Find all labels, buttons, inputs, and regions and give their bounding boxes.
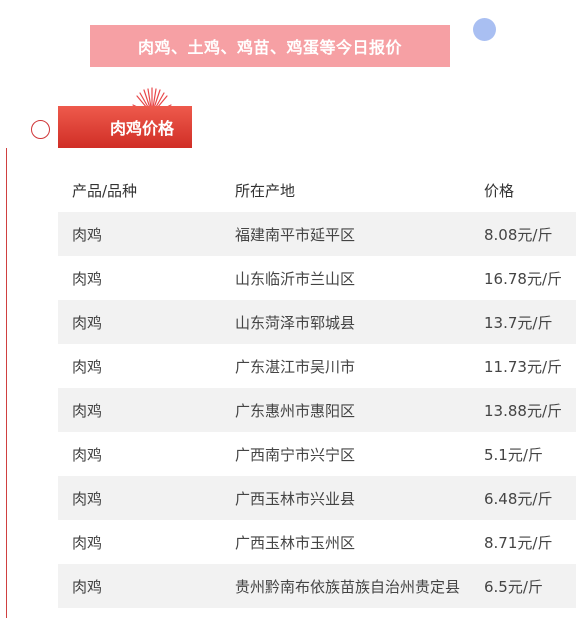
table-row: 肉鸡 山东菏泽市郓城县 13.7元/斤 — [58, 300, 576, 344]
section-marker-ring — [31, 120, 50, 139]
cell-product: 肉鸡 — [58, 300, 235, 344]
table-row: 肉鸡 广东惠州市惠阳区 13.88元/斤 — [58, 388, 576, 432]
cell-product: 肉鸡 — [72, 269, 103, 288]
decorative-blue-dot — [473, 18, 496, 41]
cell-origin: 广西南宁市兴宁区 — [235, 445, 356, 464]
cell-product: 肉鸡 — [72, 357, 103, 376]
table-header-row: 产品/品种 所在产地 价格 — [58, 168, 576, 212]
column-header-origin: 所在产地 — [235, 181, 296, 200]
cell-price: 6.5元/斤 — [484, 564, 576, 608]
cell-origin: 广东湛江市吴川市 — [235, 357, 356, 376]
cell-product: 肉鸡 — [58, 388, 235, 432]
section-title-tab: 肉鸡价格 — [58, 106, 192, 148]
cell-price: 8.08元/斤 — [484, 212, 576, 256]
cell-price: 5.1元/斤 — [484, 445, 543, 464]
table-row: 肉鸡 广东湛江市吴川市 11.73元/斤 — [58, 344, 576, 388]
table-row: 肉鸡 广西南宁市兴宁区 5.1元/斤 — [58, 432, 576, 476]
cell-product: 肉鸡 — [72, 445, 103, 464]
table-row: 肉鸡 广西玉林市玉州区 8.71元/斤 — [58, 520, 576, 564]
page-title-banner: 肉鸡、土鸡、鸡苗、鸡蛋等今日报价 — [90, 25, 450, 67]
cell-price: 8.71元/斤 — [484, 533, 553, 552]
cell-product: 肉鸡 — [58, 476, 235, 520]
cell-price: 13.7元/斤 — [484, 300, 576, 344]
cell-product: 肉鸡 — [58, 564, 235, 608]
section-title: 肉鸡价格 — [110, 119, 175, 138]
cell-origin: 福建南平市延平区 — [235, 212, 484, 256]
cell-origin: 广西玉林市玉州区 — [235, 533, 356, 552]
cell-origin: 广东惠州市惠阳区 — [235, 388, 484, 432]
cell-product: 肉鸡 — [58, 212, 235, 256]
timeline-line — [6, 148, 7, 618]
table-row: 肉鸡 广西玉林市兴业县 6.48元/斤 — [58, 476, 576, 520]
page-title: 肉鸡、土鸡、鸡苗、鸡蛋等今日报价 — [137, 38, 402, 57]
column-header-price: 价格 — [484, 181, 515, 200]
cell-price: 13.88元/斤 — [484, 388, 576, 432]
cell-price: 6.48元/斤 — [484, 476, 576, 520]
table-row: 肉鸡 贵州黔南布依族苗族自治州贵定县 6.5元/斤 — [58, 564, 576, 608]
cell-origin: 贵州黔南布依族苗族自治州贵定县 — [235, 564, 484, 608]
table-row: 肉鸡 福建南平市延平区 8.08元/斤 — [58, 212, 576, 256]
cell-origin: 山东临沂市兰山区 — [235, 269, 356, 288]
table-row: 肉鸡 山东临沂市兰山区 16.78元/斤 — [58, 256, 576, 300]
cell-price: 11.73元/斤 — [484, 357, 562, 376]
cell-price: 16.78元/斤 — [484, 269, 562, 288]
price-table: 产品/品种 所在产地 价格 肉鸡 福建南平市延平区 8.08元/斤 肉鸡 山东临… — [58, 168, 576, 608]
column-header-product: 产品/品种 — [72, 181, 138, 200]
cell-product: 肉鸡 — [72, 533, 103, 552]
cell-origin: 广西玉林市兴业县 — [235, 476, 484, 520]
cell-origin: 山东菏泽市郓城县 — [235, 300, 484, 344]
